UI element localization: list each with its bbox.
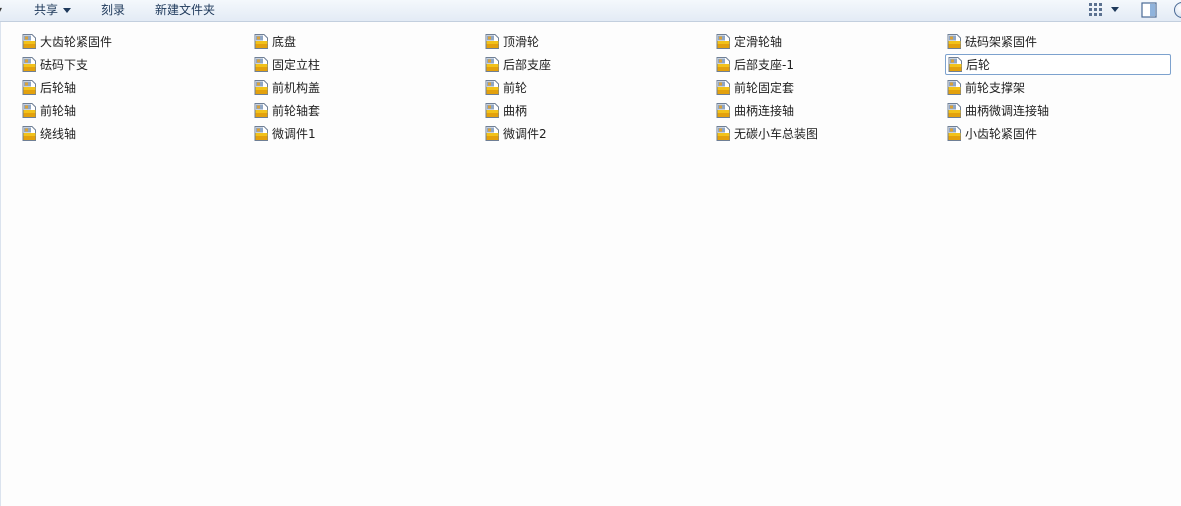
help-icon[interactable] <box>1174 2 1181 18</box>
solidworks-part-icon <box>22 80 37 95</box>
solidworks-part-icon <box>22 126 37 141</box>
file-item[interactable]: 前机构盖 <box>252 78 322 98</box>
file-name: 大齿轮紧固件 <box>40 35 113 49</box>
solidworks-part-icon <box>716 34 731 49</box>
file-name: 前轮固定套 <box>734 81 795 95</box>
file-item[interactable]: 底盘 <box>252 32 298 52</box>
file-item[interactable]: 固定立柱 <box>252 55 322 75</box>
file-name: 曲柄连接轴 <box>734 104 795 118</box>
file-item[interactable]: 砝码下支 <box>20 55 90 75</box>
file-item[interactable]: 后轮 <box>945 54 1171 75</box>
preview-pane-icon[interactable] <box>1140 1 1158 19</box>
command-bar: ▾ 共享 刻录 新建文件夹 <box>0 0 1181 22</box>
file-list: 大齿轮紧固件 底盘 顶滑轮 定滑轮轴 砝码架紧固件砝码下支 固定立柱 后部支座 后部支座-1 后… <box>0 22 1181 506</box>
solidworks-part-icon <box>254 57 269 72</box>
file-item[interactable]: 微调件1 <box>252 124 318 144</box>
file-item[interactable]: 大齿轮紧固件 <box>20 32 114 52</box>
solidworks-part-icon <box>485 57 500 72</box>
file-item[interactable]: 曲柄 <box>483 101 529 121</box>
solidworks-part-icon <box>716 80 731 95</box>
file-name: 小齿轮紧固件 <box>965 127 1038 141</box>
burn-button[interactable]: 刻录 <box>97 0 129 21</box>
file-name: 绕线轴 <box>40 127 77 141</box>
file-item[interactable]: 后部支座-1 <box>714 55 796 75</box>
view-grid-icon[interactable] <box>1087 1 1105 19</box>
file-item[interactable]: 前轮固定套 <box>714 78 796 98</box>
solidworks-part-icon <box>948 57 963 72</box>
solidworks-part-icon <box>485 80 500 95</box>
organize-caret-icon[interactable]: ▾ <box>0 6 4 14</box>
file-name: 固定立柱 <box>272 58 321 72</box>
file-name: 后轮轴 <box>40 81 77 95</box>
file-item[interactable]: 曲柄微调连接轴 <box>945 101 1051 121</box>
file-name: 微调件2 <box>503 127 547 141</box>
file-name: 曲柄 <box>503 104 528 118</box>
solidworks-part-icon <box>485 103 500 118</box>
file-name: 曲柄微调连接轴 <box>965 104 1050 118</box>
file-item[interactable]: 前轮 <box>483 78 529 98</box>
file-name: 定滑轮轴 <box>734 35 783 49</box>
file-item[interactable]: 无碳小车总装图 <box>714 124 820 144</box>
file-name: 砝码架紧固件 <box>965 35 1038 49</box>
file-name: 后部支座-1 <box>734 58 794 72</box>
file-name: 前轮轴 <box>40 104 77 118</box>
solidworks-part-icon <box>22 57 37 72</box>
solidworks-part-icon <box>485 34 500 49</box>
solidworks-part-icon <box>22 103 37 118</box>
share-label: 共享 <box>34 3 59 17</box>
burn-label: 刻录 <box>101 3 126 17</box>
file-item[interactable]: 砝码架紧固件 <box>945 32 1039 52</box>
solidworks-part-icon <box>947 34 962 49</box>
file-name: 前轮轴套 <box>272 104 321 118</box>
solidworks-part-icon <box>254 80 269 95</box>
file-item[interactable]: 小齿轮紧固件 <box>945 124 1039 144</box>
solidworks-part-icon <box>254 34 269 49</box>
file-item[interactable]: 顶滑轮 <box>483 32 541 52</box>
solidworks-part-icon <box>947 126 962 141</box>
new-folder-button[interactable]: 新建文件夹 <box>151 0 219 21</box>
file-name: 无碳小车总装图 <box>734 127 819 141</box>
solidworks-part-icon <box>947 103 962 118</box>
file-name: 前机构盖 <box>272 81 321 95</box>
file-item[interactable]: 微调件2 <box>483 124 549 144</box>
file-name: 后部支座 <box>503 58 552 72</box>
view-options-chevron-icon[interactable] <box>1111 7 1119 12</box>
file-item[interactable]: 绕线轴 <box>20 124 78 144</box>
file-name: 底盘 <box>272 35 297 49</box>
file-name: 顶滑轮 <box>503 35 540 49</box>
file-item[interactable]: 后轮轴 <box>20 78 78 98</box>
solidworks-part-icon <box>947 80 962 95</box>
file-name: 前轮支撑架 <box>965 81 1026 95</box>
file-item[interactable]: 后部支座 <box>483 55 553 75</box>
file-name: 前轮 <box>503 81 528 95</box>
solidworks-part-icon <box>254 103 269 118</box>
chevron-down-icon <box>63 8 72 13</box>
file-name: 后轮 <box>966 57 991 72</box>
file-item[interactable]: 前轮支撑架 <box>945 78 1027 98</box>
file-name: 砝码下支 <box>40 58 89 72</box>
file-item[interactable]: 定滑轮轴 <box>714 32 784 52</box>
solidworks-part-icon <box>254 126 269 141</box>
solidworks-part-icon <box>716 126 731 141</box>
file-name: 微调件1 <box>272 127 316 141</box>
solidworks-part-icon <box>716 57 731 72</box>
solidworks-part-icon <box>716 103 731 118</box>
solidworks-part-icon <box>22 34 37 49</box>
new-folder-label: 新建文件夹 <box>155 3 216 17</box>
solidworks-part-icon <box>485 126 500 141</box>
file-item[interactable]: 前轮轴 <box>20 101 78 121</box>
file-item[interactable]: 曲柄连接轴 <box>714 101 796 121</box>
share-button[interactable]: 共享 <box>30 0 75 21</box>
file-item[interactable]: 前轮轴套 <box>252 101 322 121</box>
